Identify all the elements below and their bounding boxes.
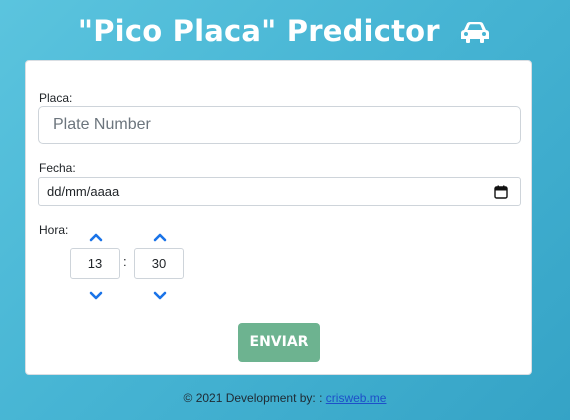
page-title: "Pico Placa" Predictor <box>0 14 570 51</box>
footer-text: © 2021 Development by: : <box>183 391 323 405</box>
hour-increment-chevron-up-icon[interactable] <box>88 230 104 242</box>
minute-increment-chevron-up-icon[interactable] <box>152 230 168 242</box>
footer: © 2021 Development by: : crisweb.me <box>0 391 570 405</box>
minute-input[interactable]: 30 <box>134 248 184 279</box>
date-input[interactable]: dd/mm/aaaa <box>38 177 521 206</box>
submit-button[interactable]: ENVIAR <box>238 323 320 362</box>
calendar-icon[interactable] <box>494 185 508 204</box>
hour-input[interactable]: 13 <box>70 248 120 279</box>
car-icon <box>458 17 492 51</box>
plate-input[interactable] <box>38 106 521 144</box>
plate-label: Placa: <box>39 91 73 105</box>
minute-decrement-chevron-down-icon[interactable] <box>152 289 168 301</box>
time-separator: : <box>123 254 127 269</box>
date-label: Fecha: <box>39 161 76 175</box>
predictor-form-card: Placa: Fecha: dd/mm/aaaa Hora: 13 : 30 E… <box>25 60 532 375</box>
date-placeholder: dd/mm/aaaa <box>47 184 120 199</box>
footer-link[interactable]: crisweb.me <box>326 391 387 405</box>
hour-decrement-chevron-down-icon[interactable] <box>88 289 104 301</box>
page-title-text: "Pico Placa" Predictor <box>77 14 440 48</box>
time-label: Hora: <box>39 223 69 237</box>
